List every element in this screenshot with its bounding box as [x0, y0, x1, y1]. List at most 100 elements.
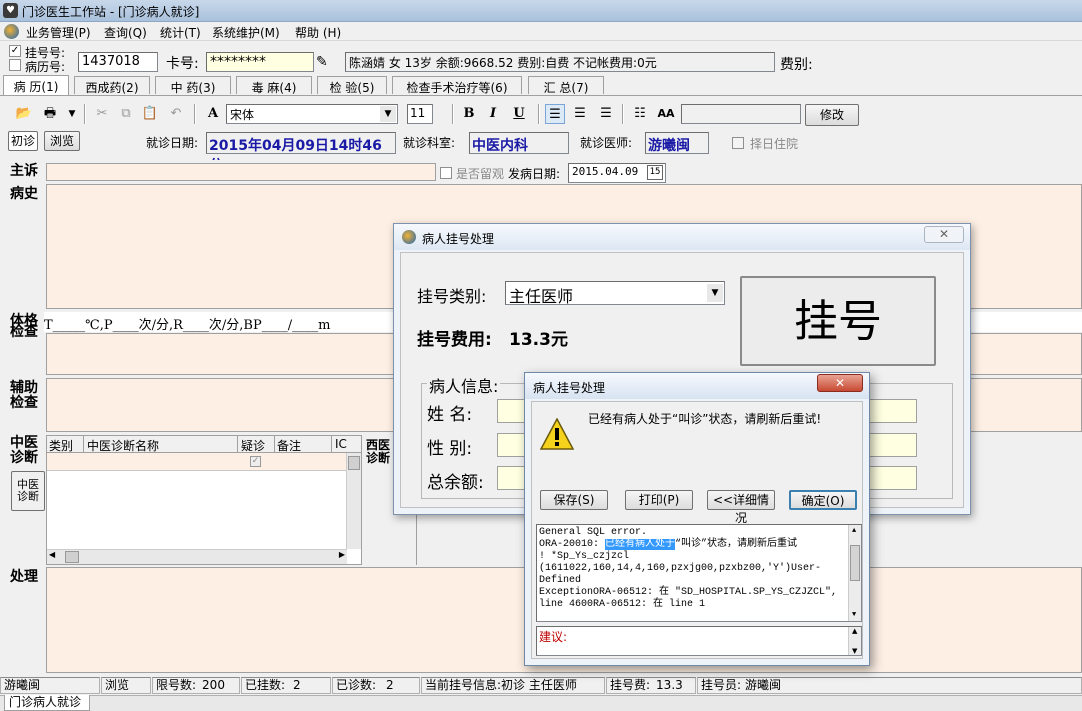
- scroll-right-icon[interactable]: ▶: [339, 550, 345, 559]
- scroll-thumb[interactable]: [65, 551, 79, 563]
- suggestion-scrollbar[interactable]: ▲ ▼: [848, 627, 861, 655]
- reg-no-checkbox[interactable]: ✓: [9, 45, 21, 57]
- details-button[interactable]: <<详细情况: [707, 490, 775, 525]
- wm-label-line2: 诊断: [366, 451, 391, 465]
- chevron-down-icon[interactable]: ▼: [380, 106, 396, 122]
- error-dialog-titlebar: 病人挂号处理 ✕: [525, 373, 869, 399]
- complaint-input[interactable]: [46, 163, 436, 181]
- print-icon[interactable]: 🖶: [40, 104, 60, 124]
- scroll-up-icon[interactable]: ▲: [852, 525, 856, 537]
- menu-statistics[interactable]: 统计(T): [160, 24, 201, 41]
- header-category[interactable]: 类别: [49, 437, 73, 454]
- reg-type-label: 挂号类别:: [417, 287, 487, 306]
- bottom-tab-outpatient[interactable]: 门诊病人就诊: [4, 695, 90, 711]
- first-visit-button[interactable]: 初诊: [8, 131, 38, 151]
- onset-date-label: 发病日期:: [508, 167, 561, 181]
- vertical-scrollbar[interactable]: [346, 453, 361, 549]
- menu-system[interactable]: 系统维护(M): [212, 24, 280, 41]
- font-name-select[interactable]: 宋体 ▼: [226, 104, 398, 124]
- tab-chinese-medicine[interactable]: 中 药(3): [155, 76, 231, 95]
- tab-western-medicine[interactable]: 西成药(2): [74, 76, 150, 95]
- detail-scrollbar[interactable]: ▲ ▼: [848, 525, 861, 621]
- register-button[interactable]: 挂号: [740, 276, 936, 366]
- open-icon[interactable]: 📂: [14, 104, 34, 124]
- status-clerk-label: 挂号员:: [701, 678, 742, 692]
- copy-icon[interactable]: ⧉: [116, 104, 136, 124]
- tab-summary[interactable]: 汇 总(7): [528, 76, 604, 95]
- browse-button[interactable]: 浏览: [44, 131, 80, 151]
- header-diagnosis-name[interactable]: 中医诊断名称: [87, 437, 159, 454]
- underline-button[interactable]: U: [509, 104, 529, 124]
- menu-business[interactable]: 业务管理(P): [26, 24, 91, 41]
- detail-ora-rest: “叫诊”状态，请刷新后重试: [675, 539, 798, 550]
- suspected-checkbox[interactable]: ✓: [250, 456, 261, 467]
- header-suspected[interactable]: 疑诊: [241, 437, 265, 454]
- tcm-diagnosis-button[interactable]: 中医 诊断: [11, 471, 45, 511]
- col-divider: [83, 436, 84, 453]
- card-label: 卡号:: [166, 56, 199, 72]
- detail-line: line 4600RA-06512: 在 line 1: [539, 599, 706, 610]
- tcm-diagnosis-table[interactable]: 类别 中医诊断名称 疑诊 备注 IC ✓ ◀ ▶: [46, 435, 362, 565]
- menu-query[interactable]: 查询(Q): [104, 24, 147, 41]
- table-row[interactable]: ✓: [47, 453, 347, 471]
- tab-procedures[interactable]: 检查手术治疗等(6): [392, 76, 522, 95]
- complaint-label: 主诉: [10, 163, 38, 179]
- suggestion-field[interactable]: 建议: ▲ ▼: [536, 626, 862, 656]
- close-icon[interactable]: ✕: [817, 374, 863, 392]
- cut-icon[interactable]: ✂: [92, 104, 112, 124]
- scroll-up-icon[interactable]: ▲: [852, 627, 857, 635]
- paste-icon[interactable]: 📋: [140, 104, 160, 124]
- header-ic[interactable]: IC: [335, 437, 347, 451]
- align-left-icon[interactable]: ☰: [545, 104, 565, 124]
- detail-line: Defined: [539, 575, 582, 586]
- bold-button[interactable]: B: [459, 104, 479, 124]
- scroll-left-icon[interactable]: ◀: [49, 550, 55, 559]
- print-button[interactable]: 打印(P): [625, 490, 693, 510]
- card-reader-icon[interactable]: ✎: [316, 53, 332, 71]
- tab-lab-tests[interactable]: 检 验(5): [317, 76, 387, 95]
- status-current: 当前挂号信息:初诊 主任医师: [421, 677, 605, 694]
- observation-checkbox[interactable]: [440, 167, 452, 179]
- align-right-icon[interactable]: ☰: [596, 104, 616, 124]
- text-size-icon[interactable]: AA: [656, 104, 676, 124]
- error-dialog-title: 病人挂号处理: [533, 381, 606, 395]
- status-fee-label: 挂号费:: [610, 678, 651, 692]
- font-icon[interactable]: A: [203, 104, 223, 124]
- italic-button[interactable]: I: [483, 104, 503, 124]
- aux-exam-label-line1: 辅助: [10, 380, 38, 396]
- record-no-checkbox[interactable]: [9, 59, 21, 71]
- scroll-down-icon[interactable]: ▼: [852, 609, 856, 621]
- card-input[interactable]: ********: [206, 52, 314, 72]
- header-remark[interactable]: 备注: [277, 437, 301, 454]
- col-divider: [237, 436, 238, 453]
- font-size-select[interactable]: 11: [407, 104, 433, 124]
- status-user: 游曦闽: [0, 677, 100, 694]
- reg-no-input[interactable]: 1437018: [78, 52, 158, 72]
- tab-narcotics[interactable]: 毒 麻(4): [236, 76, 312, 95]
- print-dropdown-icon[interactable]: ▼: [62, 104, 82, 124]
- error-dialog: 病人挂号处理 ✕ 已经有病人处于“叫诊”状态，请刷新后重试! 保存(S) 打印(…: [524, 372, 870, 666]
- align-center-icon[interactable]: ☰: [570, 104, 590, 124]
- modify-button[interactable]: 修改: [805, 104, 859, 126]
- chevron-down-icon[interactable]: ▼: [707, 284, 723, 302]
- scroll-thumb[interactable]: [348, 456, 360, 470]
- menu-help[interactable]: 帮助 (H): [295, 24, 341, 41]
- hospitalize-checkbox[interactable]: [732, 137, 744, 149]
- scroll-down-icon[interactable]: ▼: [852, 647, 857, 655]
- save-button[interactable]: 保存(S): [540, 490, 608, 510]
- visit-date-value: 2015年04月09日14时46分: [206, 132, 396, 174]
- calendar-icon[interactable]: 15: [647, 165, 663, 180]
- aux-exam-label-line2: 检查: [10, 395, 38, 411]
- reg-type-select[interactable]: 主任医师 ▼: [505, 281, 725, 306]
- scroll-thumb[interactable]: [850, 545, 860, 581]
- undo-icon[interactable]: ↶: [166, 104, 186, 124]
- record-no-label: 病历号:: [25, 60, 66, 74]
- tab-medical-record[interactable]: 病 历(1): [3, 75, 69, 95]
- status-registered-value: 2: [293, 678, 301, 692]
- onset-date-input[interactable]: 2015.04.09 15: [568, 163, 666, 183]
- ok-button[interactable]: 确定(O): [789, 490, 857, 510]
- close-icon[interactable]: ✕: [924, 226, 964, 243]
- error-detail-text[interactable]: General SQL error. ORA-20010: 已经有病人处于“叫诊…: [536, 524, 862, 622]
- horizontal-scrollbar[interactable]: ◀ ▶: [47, 549, 347, 564]
- bullet-list-icon[interactable]: ☷: [630, 104, 650, 124]
